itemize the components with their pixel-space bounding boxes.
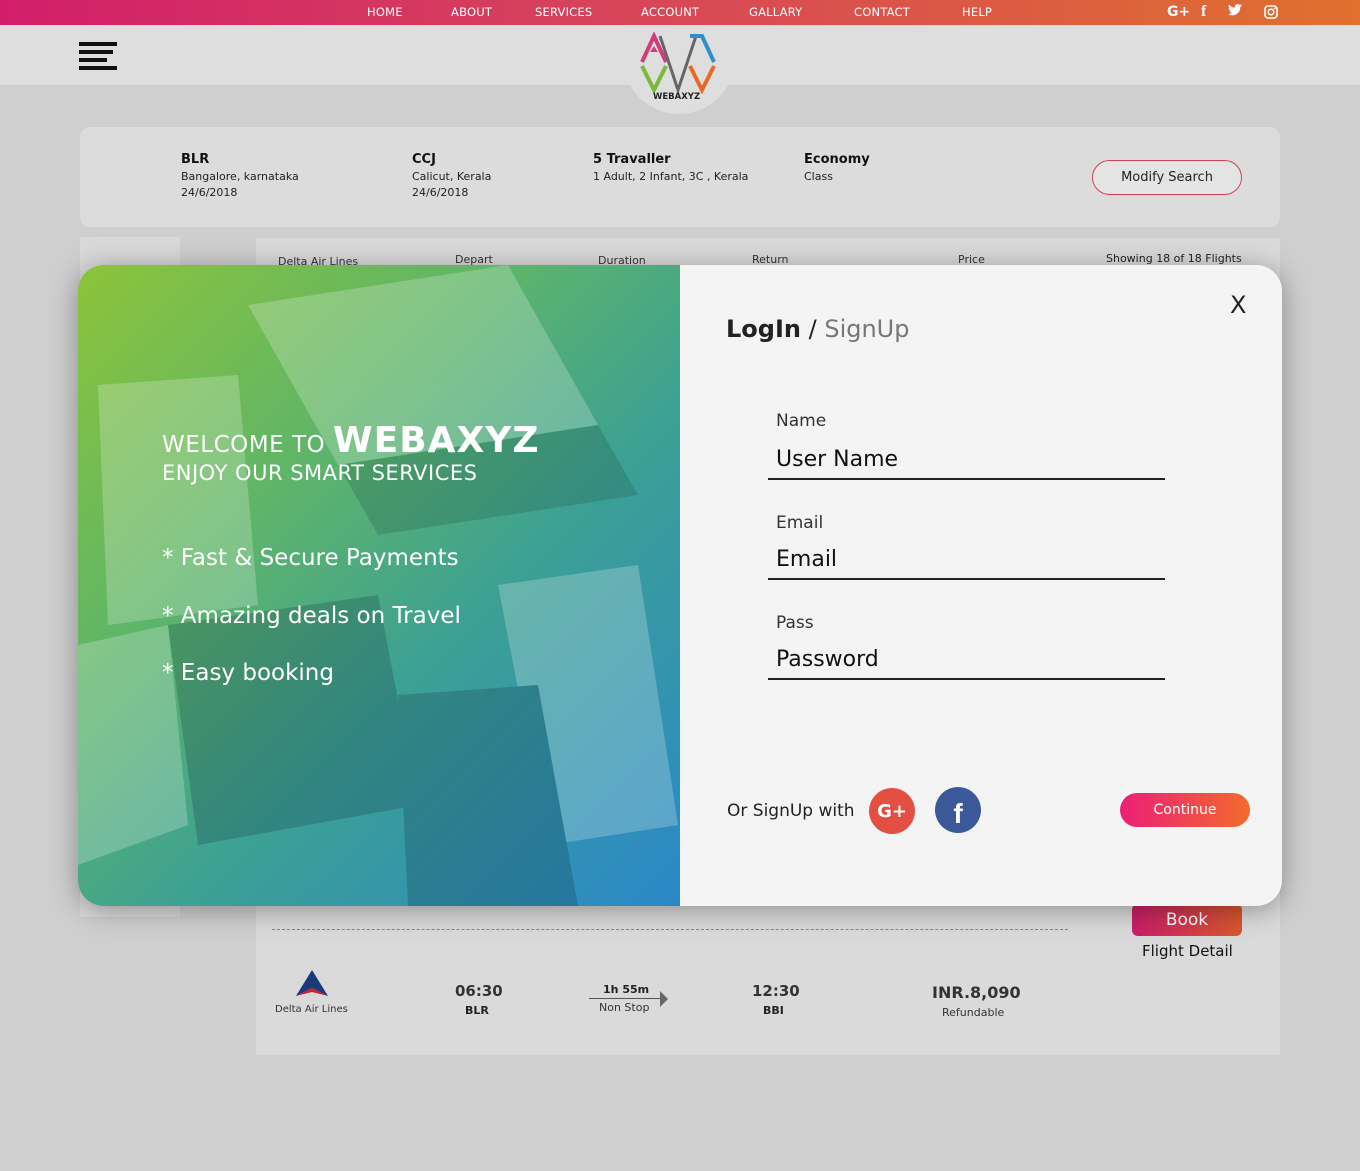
name-field[interactable] [768,440,1165,480]
arrive-code: BBI [763,1004,784,1017]
results-count: Showing 18 of 18 Flights [1106,252,1242,265]
instagram-icon[interactable] [1264,5,1278,23]
feature-item: * Amazing deals on Travel [162,603,461,629]
tab-login[interactable]: LogIn [726,315,801,343]
feature-item: * Fast & Secure Payments [162,545,459,571]
travellers-block: 5 Travaller 1 Adult, 2 Infant, 3C , Kera… [593,152,748,183]
nav-contact[interactable]: CONTACT [854,5,910,19]
origin-block: BLR Bangalore, karnataka 24/6/2018 [181,152,299,199]
welcome-brand: WEBAXYZ [332,420,540,461]
travellers-detail: 1 Adult, 2 Infant, 3C , Kerala [593,170,749,183]
duration-arrow [589,998,661,999]
twitter-icon[interactable] [1228,4,1242,20]
class-title: Economy [804,152,870,167]
welcome-tagline: ENJOY OUR SMART SERVICES [162,461,478,485]
flight-price: INR.8,090 [932,983,1021,1002]
close-icon[interactable]: X [1230,291,1246,319]
top-nav-bar: HOME ABOUT SERVICES ACCOUNT GALLARY CONT… [0,0,1360,25]
arrow-right-icon [660,991,668,1007]
nav-account[interactable]: ACCOUNT [641,5,699,19]
welcome-prefix: WELCOME TO [162,432,326,458]
search-summary: BLR Bangalore, karnataka 24/6/2018 CCJ C… [80,127,1280,227]
login-modal: WELCOME TO WEBAXYZ ENJOY OUR SMART SERVI… [78,265,1282,906]
depart-code: BLR [465,1004,489,1017]
nav-gallery[interactable]: GALLARY [749,5,802,19]
menu-icon[interactable] [79,42,119,70]
airline-logo-icon [296,970,328,996]
email-label: Email [776,513,824,533]
continue-button[interactable]: Continue [1120,793,1250,827]
class-detail: Class [804,170,833,183]
nav-help[interactable]: HELP [962,5,992,19]
background-illustration [78,265,678,906]
logo-text: WEBAXYZ [653,92,701,102]
destination-date: 24/6/2018 [412,186,469,199]
flight-duration: 1h 55m [603,983,650,996]
feature-item: * Easy booking [162,660,334,686]
email-field[interactable] [768,540,1165,580]
origin-city: Bangalore, karnataka [181,170,299,183]
book-button[interactable]: Book [1132,904,1242,936]
origin-date: 24/6/2018 [181,186,238,199]
tab-signup[interactable]: SignUp [824,315,909,343]
facebook-icon[interactable]: f [1201,3,1206,21]
name-label: Name [776,411,827,431]
depart-time: 06:30 [455,982,503,1000]
modify-search-button[interactable]: Modify Search [1092,160,1242,195]
google-plus-icon: G+ [877,800,907,822]
login-form-panel: X LogIn / SignUp Name Email Pass Or Sign… [680,265,1282,906]
tab-separator: / [800,315,825,343]
password-field[interactable] [768,640,1165,680]
google-plus-icon[interactable]: G+ [1167,4,1190,20]
logo-icon[interactable] [638,32,718,94]
airline-name: Delta Air Lines [275,1004,348,1015]
class-block: Economy Class [804,152,870,183]
facebook-signup-button[interactable]: f [935,787,981,833]
destination-city: Calicut, Kerala [412,170,492,183]
google-plus-signup-button[interactable]: G+ [869,788,915,834]
password-label: Pass [776,613,814,633]
nav-home[interactable]: HOME [367,5,403,19]
or-signup-label: Or SignUp with [727,801,855,821]
auth-tabs: LogIn / SignUp [726,315,909,343]
destination-block: CCJ Calicut, Kerala 24/6/2018 [412,152,491,199]
refund-status: Refundable [942,1006,1005,1019]
divider [272,929,1068,930]
travellers-title: 5 Travaller [593,152,671,167]
origin-code: BLR [181,152,210,167]
nav-about[interactable]: ABOUT [451,5,492,19]
welcome-heading: WELCOME TO WEBAXYZ ENJOY OUR SMART SERVI… [162,420,539,485]
flight-stops: Non Stop [599,1001,650,1014]
nav-services[interactable]: SERVICES [535,5,592,19]
welcome-panel: WELCOME TO WEBAXYZ ENJOY OUR SMART SERVI… [78,265,680,906]
flight-detail-link[interactable]: Flight Detail [1142,942,1233,960]
arrive-time: 12:30 [752,982,800,1000]
facebook-icon: f [953,798,963,829]
destination-code: CCJ [412,152,436,167]
